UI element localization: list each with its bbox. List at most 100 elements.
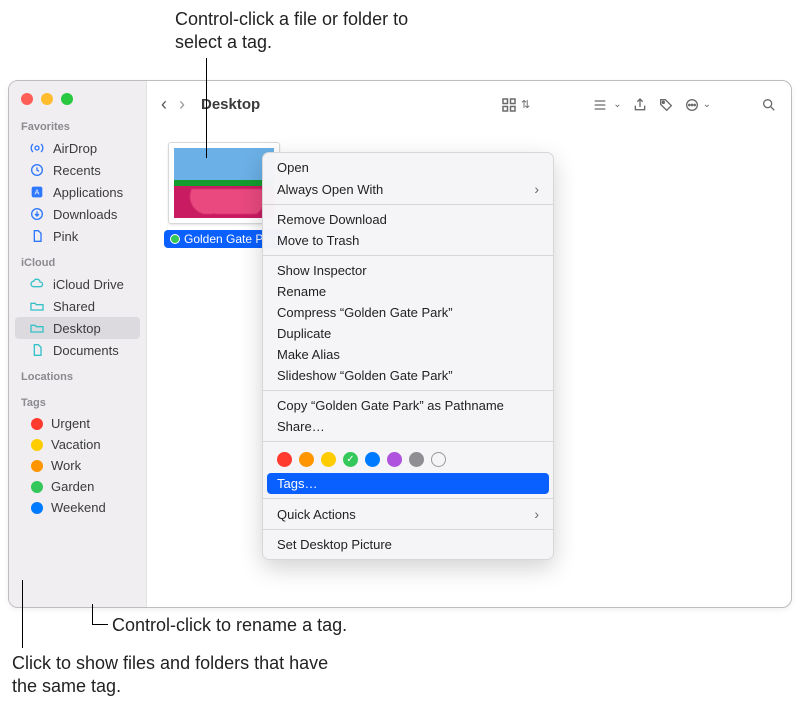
airdrop-icon (29, 140, 45, 156)
sidebar-item-desktop[interactable]: Desktop (15, 317, 140, 339)
tag-dot-icon (31, 460, 43, 472)
sidebar-item-label: Pink (53, 229, 78, 244)
sidebar-item-label: Garden (51, 479, 94, 494)
toolbar: ‹ › Desktop ⇅ ⌄ (147, 81, 791, 129)
icloud-icon (29, 276, 45, 292)
sidebar-item-label: Recents (53, 163, 101, 178)
tag-dot-icon (31, 418, 43, 430)
menu-compress[interactable]: Compress “Golden Gate Park” (263, 302, 553, 323)
sidebar-section-favorites: Favorites (9, 111, 146, 137)
sidebar-item-label: iCloud Drive (53, 277, 124, 292)
tag-color-blue[interactable] (365, 452, 380, 467)
callout-rename-leader-v (92, 604, 93, 624)
shared-folder-icon (29, 298, 45, 314)
tags-button[interactable] (658, 97, 674, 113)
sidebar-section-locations: Locations (9, 361, 146, 387)
document-icon (29, 228, 45, 244)
callout-showfiles: Click to show files and folders that hav… (12, 652, 352, 699)
downloads-icon (29, 206, 45, 222)
sidebar-tag-vacation[interactable]: Vacation (15, 434, 140, 455)
tag-color-orange[interactable] (299, 452, 314, 467)
tag-color-green[interactable] (343, 452, 358, 467)
sidebar-item-label: Shared (53, 299, 95, 314)
window-maximize-button[interactable] (61, 93, 73, 105)
menu-separator (263, 390, 553, 391)
window-close-button[interactable] (21, 93, 33, 105)
callout-showfiles-text: Click to show files and folders that hav… (12, 653, 328, 696)
nav-arrows: ‹ › (161, 94, 185, 115)
sidebar-item-label: Vacation (51, 437, 101, 452)
context-menu: Open Always Open With› Remove Download M… (262, 152, 554, 560)
chevron-down-icon: ⌄ (703, 99, 711, 110)
menu-make-alias[interactable]: Make Alias (263, 344, 553, 365)
menu-always-open-with[interactable]: Always Open With› (263, 178, 553, 200)
chevron-right-icon: › (534, 506, 539, 522)
nav-forward-button[interactable]: › (179, 94, 185, 115)
tag-color-gray[interactable] (409, 452, 424, 467)
sidebar-item-recents[interactable]: Recents (15, 159, 140, 181)
menu-copy-pathname[interactable]: Copy “Golden Gate Park” as Pathname (263, 395, 553, 416)
nav-back-button[interactable]: ‹ (161, 94, 167, 115)
menu-set-desktop-picture[interactable]: Set Desktop Picture (263, 534, 553, 555)
chevron-updown-icon: ⇅ (521, 98, 530, 111)
callout-top-leader (206, 58, 207, 158)
tag-color-purple[interactable] (387, 452, 402, 467)
svg-text:A: A (35, 188, 40, 197)
sidebar-tag-weekend[interactable]: Weekend (15, 497, 140, 518)
callout-rename-leader-h (92, 624, 108, 625)
menu-show-inspector[interactable]: Show Inspector (263, 260, 553, 281)
menu-duplicate[interactable]: Duplicate (263, 323, 553, 344)
sidebar-item-label: Downloads (53, 207, 117, 222)
sidebar-section-icloud: iCloud (9, 247, 146, 273)
file-tag-badge-icon (170, 234, 180, 244)
menu-separator (263, 204, 553, 205)
menu-separator (263, 529, 553, 530)
sidebar-tag-garden[interactable]: Garden (15, 476, 140, 497)
sidebar-item-label: AirDrop (53, 141, 97, 156)
callout-showfiles-leader (22, 580, 23, 648)
window-controls (9, 81, 146, 111)
sidebar-item-label: Documents (53, 343, 119, 358)
sidebar: Favorites AirDrop Recents A Applications… (9, 81, 147, 607)
sidebar-item-downloads[interactable]: Downloads (15, 203, 140, 225)
chevron-down-icon: ⌄ (613, 99, 621, 110)
menu-separator (263, 441, 553, 442)
menu-open[interactable]: Open (263, 157, 553, 178)
window-minimize-button[interactable] (41, 93, 53, 105)
tag-color-yellow[interactable] (321, 452, 336, 467)
sidebar-tag-urgent[interactable]: Urgent (15, 413, 140, 434)
menu-quick-actions[interactable]: Quick Actions› (263, 503, 553, 525)
search-button[interactable] (761, 97, 777, 113)
menu-remove-download[interactable]: Remove Download (263, 209, 553, 230)
menu-tag-colors (263, 446, 553, 473)
view-mode-button[interactable]: ⇅ (500, 96, 530, 114)
group-by-button[interactable]: ⌄ (590, 97, 621, 113)
sidebar-item-pink[interactable]: Pink (15, 225, 140, 247)
menu-slideshow[interactable]: Slideshow “Golden Gate Park” (263, 365, 553, 386)
callout-rename: Control-click to rename a tag. (112, 614, 347, 637)
tag-color-red[interactable] (277, 452, 292, 467)
sidebar-item-applications[interactable]: A Applications (15, 181, 140, 203)
sidebar-item-documents[interactable]: Documents (15, 339, 140, 361)
sidebar-item-label: Desktop (53, 321, 101, 336)
menu-share[interactable]: Share… (263, 416, 553, 437)
sidebar-item-airdrop[interactable]: AirDrop (15, 137, 140, 159)
callout-rename-text: Control-click to rename a tag. (112, 615, 347, 635)
sidebar-item-shared[interactable]: Shared (15, 295, 140, 317)
menu-tags[interactable]: Tags… (267, 473, 549, 494)
tag-dot-icon (31, 481, 43, 493)
tag-color-none[interactable] (431, 452, 446, 467)
sidebar-item-icloud-drive[interactable]: iCloud Drive (15, 273, 140, 295)
callout-top: Control-click a file or folder to select… (175, 8, 455, 55)
menu-rename[interactable]: Rename (263, 281, 553, 302)
chevron-right-icon: › (534, 181, 539, 197)
sidebar-item-label: Work (51, 458, 81, 473)
menu-move-to-trash[interactable]: Move to Trash (263, 230, 553, 251)
share-button[interactable] (632, 97, 648, 113)
sidebar-tag-work[interactable]: Work (15, 455, 140, 476)
window-title: Desktop (201, 96, 260, 113)
sidebar-item-label: Weekend (51, 500, 106, 515)
desktop-folder-icon (29, 320, 45, 336)
callout-top-text: Control-click a file or folder to select… (175, 9, 408, 52)
more-button[interactable]: ⌄ (684, 97, 711, 113)
